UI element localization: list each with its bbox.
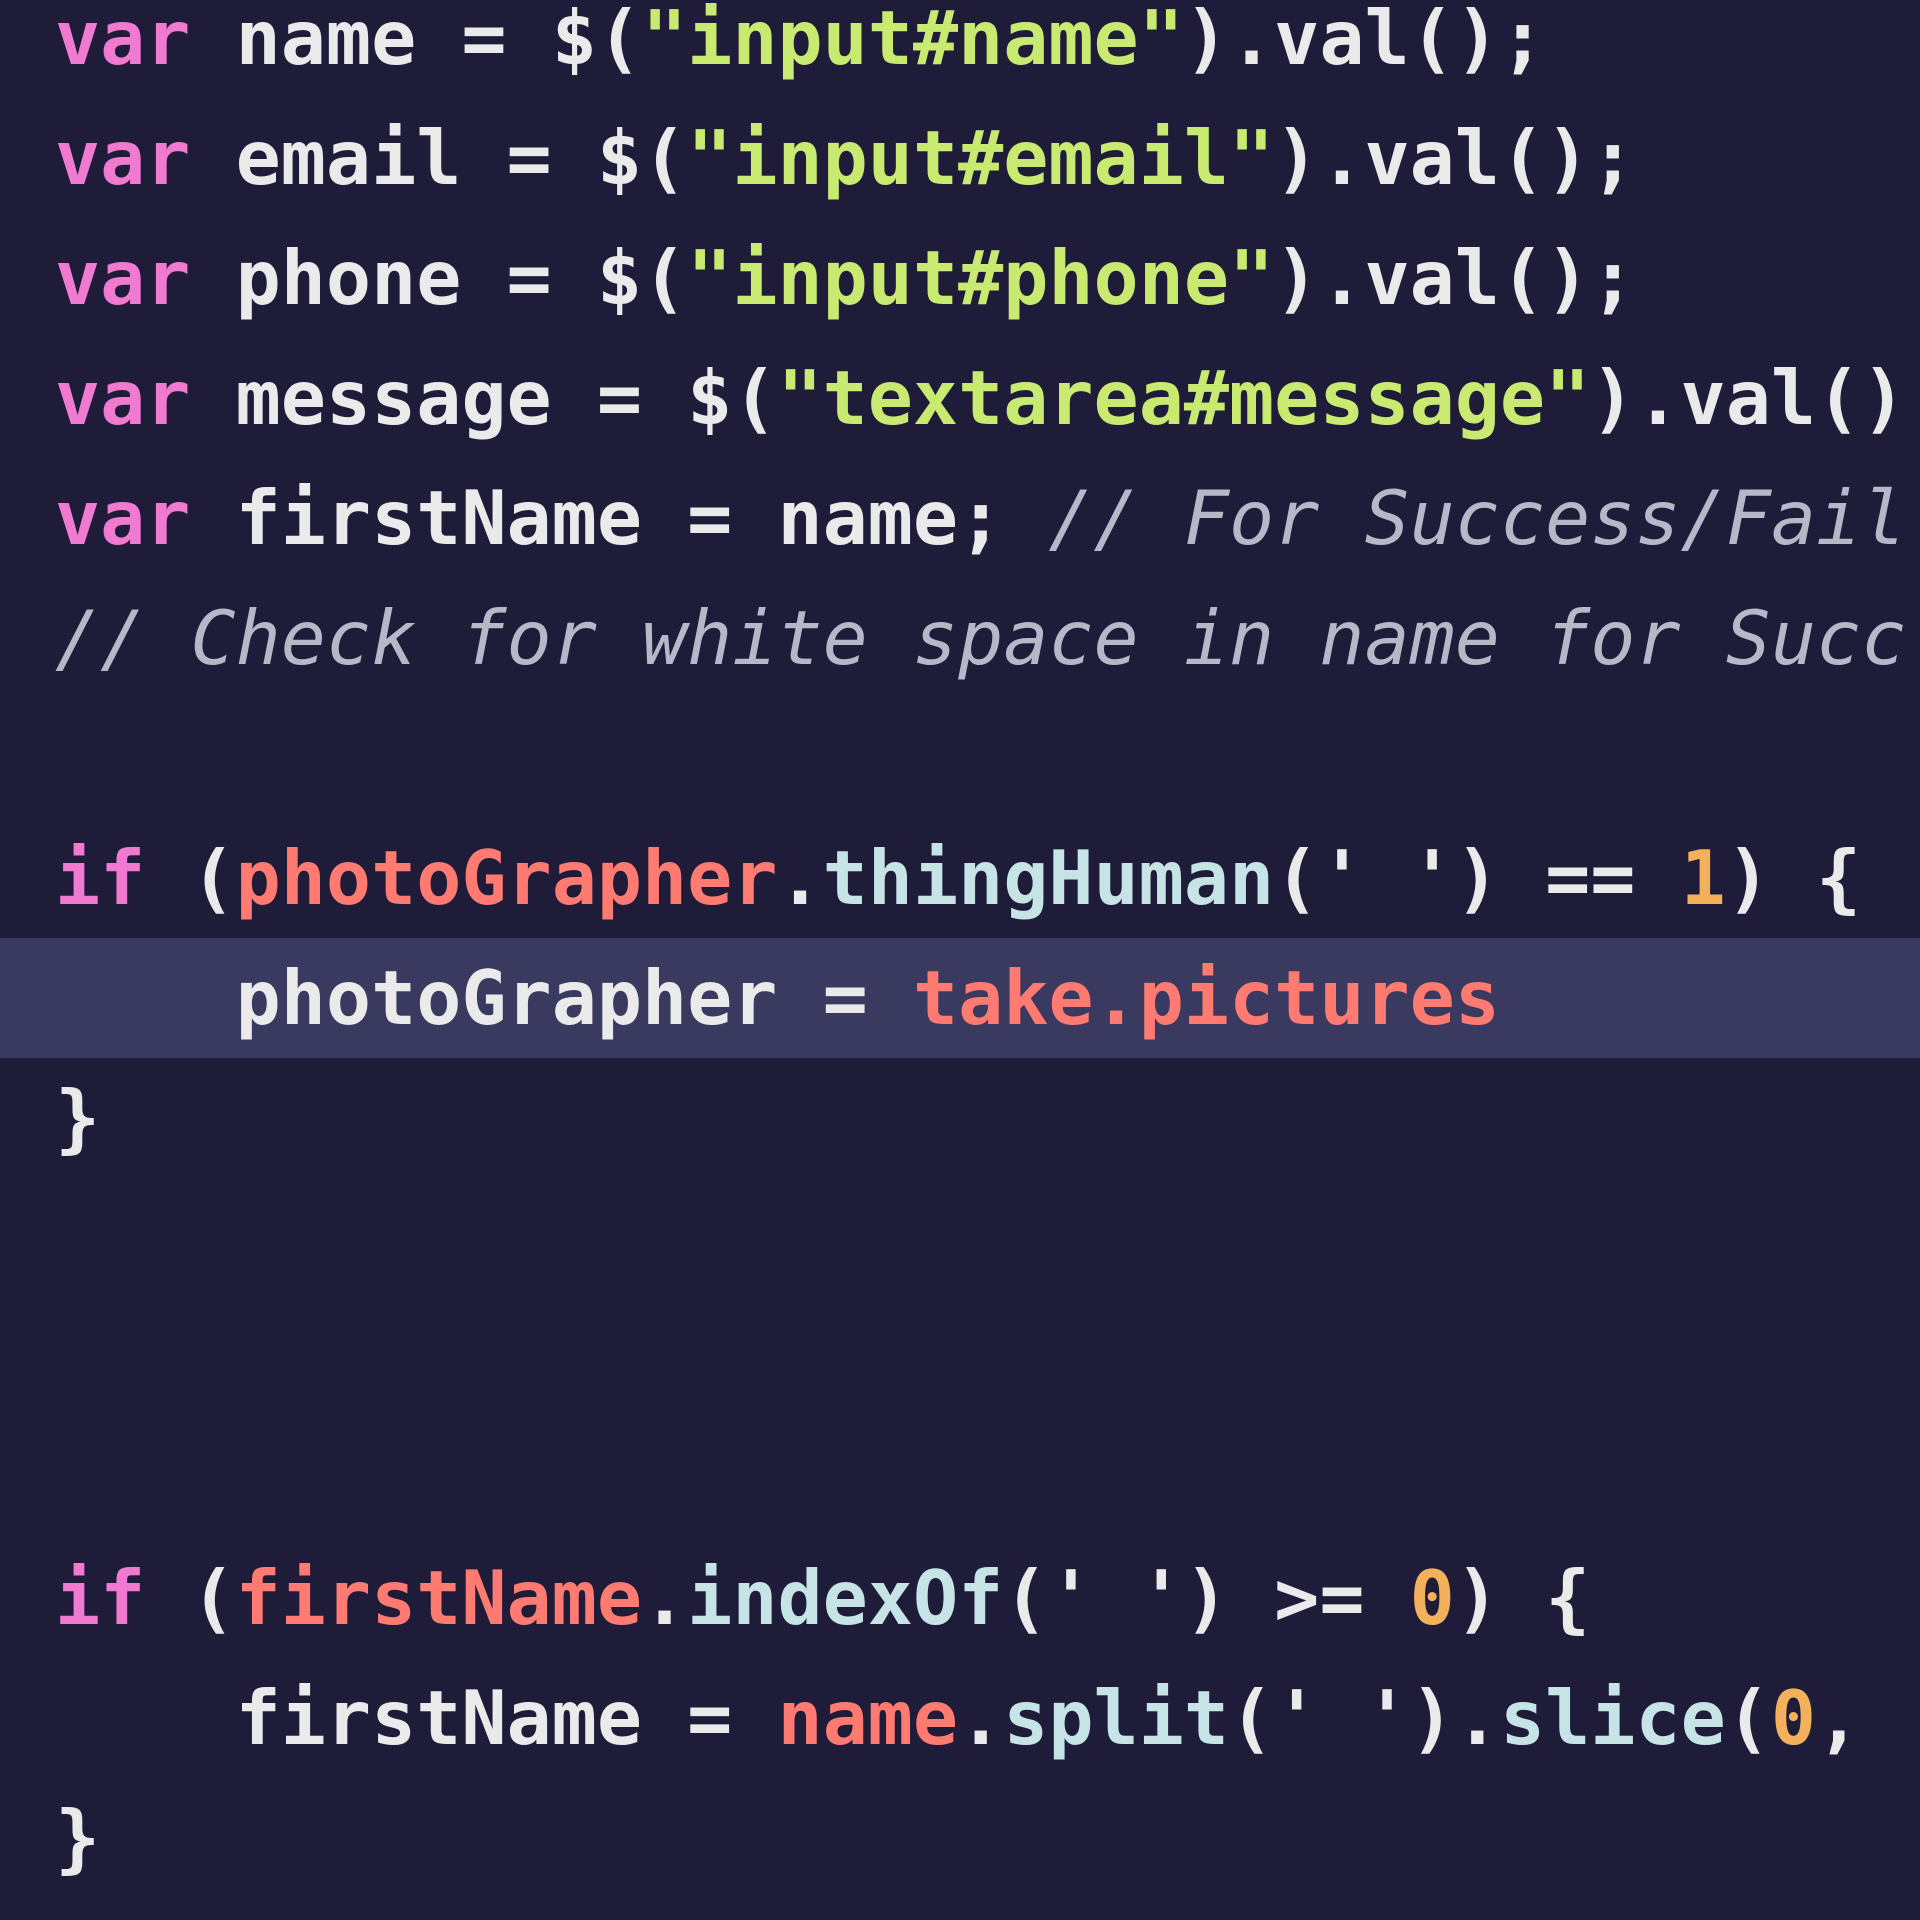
code-token: (	[1725, 1674, 1771, 1762]
code-line-text: if (firstName.indexOf(' ') >= 0) {	[55, 1538, 1590, 1658]
code-token: var	[55, 114, 191, 202]
code-token: var	[55, 0, 191, 82]
code-line[interactable]: var name = $("input#name").val();	[0, 0, 1920, 98]
code-token: // For Success/Fail	[1048, 474, 1907, 562]
code-token: (' ') >=	[1003, 1554, 1410, 1642]
code-editor[interactable]: var name = $("input#name").val(); var ema…	[0, 0, 1920, 1920]
code-line-text: var firstName = name; // For Success/Fai…	[55, 458, 1906, 578]
code-token: slice	[1499, 1674, 1726, 1762]
code-line[interactable]: }	[0, 1058, 1920, 1178]
code-token: email = $(	[190, 114, 688, 202]
code-token: photoGrapher =	[55, 954, 913, 1042]
code-token: }	[55, 1794, 101, 1882]
code-token: ).val();	[1274, 234, 1636, 322]
code-line[interactable]: }	[0, 1778, 1920, 1898]
code-line-text: photoGrapher = take.pictures	[55, 938, 1500, 1058]
code-token: // Check for white space in name for Suc…	[55, 594, 1907, 682]
code-token: .	[777, 834, 823, 922]
code-token: indexOf	[687, 1554, 1004, 1642]
code-line[interactable]: if (firstName.indexOf(' ') >= 0) {	[0, 1538, 1920, 1658]
code-line[interactable]	[0, 1298, 1920, 1418]
code-line[interactable]: var firstName = name; // For Success/Fai…	[0, 458, 1920, 578]
code-token: name = $(	[190, 0, 643, 82]
code-token: phone = $(	[190, 234, 688, 322]
code-token: var	[55, 354, 191, 442]
code-token: ).val();	[1274, 114, 1636, 202]
code-line-text: var phone = $("input#phone").val();	[55, 218, 1635, 338]
code-line[interactable]	[0, 698, 1920, 818]
code-token: thingHuman	[822, 834, 1275, 922]
code-token: firstName	[235, 1554, 643, 1642]
code-token: firstName =	[55, 1674, 778, 1762]
code-line[interactable]: var phone = $("input#phone").val();	[0, 218, 1920, 338]
code-line[interactable]: var message = $("textarea#message").val(…	[0, 338, 1920, 458]
code-token: if	[55, 834, 146, 922]
code-token: photoGrapher	[235, 834, 778, 922]
code-token: var	[55, 234, 191, 322]
code-line[interactable]: firstName = name.split(' ').slice(0,	[0, 1658, 1920, 1778]
code-token: if	[55, 1554, 146, 1642]
code-line-text: if (photoGrapher.thingHuman(' ') == 1) {	[55, 818, 1861, 938]
code-token: "input#name"	[642, 0, 1184, 82]
code-token: }	[55, 1074, 101, 1162]
code-token: .	[958, 1674, 1004, 1762]
code-line-text: }	[55, 1058, 100, 1178]
code-token: 1	[1680, 834, 1726, 922]
code-token: (	[145, 1554, 236, 1642]
code-line-text: firstName = name.split(' ').slice(0,	[55, 1658, 1862, 1778]
code-line-text: var name = $("input#name").val();	[55, 0, 1545, 98]
code-line[interactable]: if (photoGrapher.thingHuman(' ') == 1) {	[0, 818, 1920, 938]
code-token: ).val();	[1183, 0, 1546, 82]
code-token: (' ') ==	[1274, 834, 1681, 922]
code-token: name	[777, 1674, 959, 1762]
code-token: "input#phone"	[687, 234, 1275, 322]
code-token: (' ').	[1229, 1674, 1500, 1762]
code-line[interactable]	[0, 1418, 1920, 1538]
code-token: ) {	[1454, 1554, 1591, 1642]
code-line-text: var message = $("textarea#message").val(…	[55, 338, 1906, 458]
code-token: split	[1003, 1674, 1230, 1762]
code-token: (	[145, 834, 236, 922]
code-token: "input#email"	[687, 114, 1275, 202]
code-token: var	[55, 474, 191, 562]
code-line[interactable]: // Check for white space in name for Suc…	[0, 578, 1920, 698]
code-line[interactable]: var email = $("input#email").val();	[0, 98, 1920, 218]
code-line-text: }	[55, 1778, 100, 1898]
code-token: "textarea#message"	[777, 354, 1591, 442]
code-token: .	[642, 1554, 688, 1642]
code-line-current[interactable]: photoGrapher = take.pictures	[0, 938, 1920, 1058]
code-token: ).val()	[1590, 354, 1907, 442]
code-token: ,	[1816, 1674, 1862, 1762]
code-token: firstName = name;	[190, 474, 1049, 562]
code-token: take.pictures	[912, 954, 1500, 1042]
code-token: 0	[1770, 1674, 1817, 1762]
code-line-text: // Check for white space in name for Suc…	[55, 578, 1906, 698]
code-line[interactable]	[0, 1178, 1920, 1298]
code-token: ) {	[1725, 834, 1862, 922]
code-token: message = $(	[190, 354, 778, 442]
code-line-text: var email = $("input#email").val();	[55, 98, 1635, 218]
code-token: 0	[1409, 1554, 1455, 1642]
